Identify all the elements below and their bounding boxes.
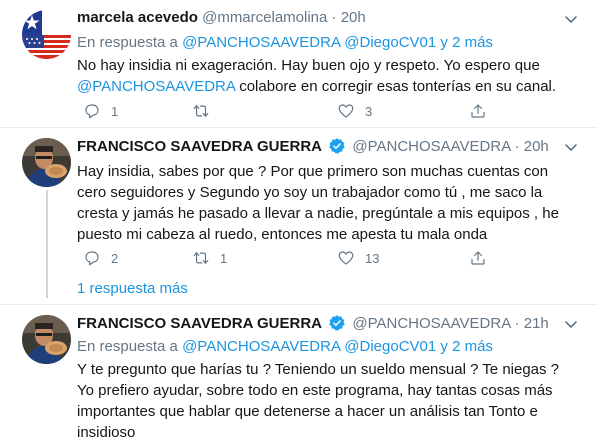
mention-link[interactable]: @PANCHOSAAVEDRA	[77, 78, 235, 95]
reply-prefix: En respuesta a	[77, 34, 178, 51]
more-replies-link[interactable]: 1 respuesta más	[77, 280, 188, 297]
separator-dot: ·	[514, 315, 520, 332]
tweet-header: marcela acevedo @mmarcelamolina · 20h	[77, 9, 577, 29]
tweet-text: Y te pregunto que harías tu ? Teniendo u…	[77, 361, 560, 441]
display-name[interactable]: FRANCISCO SAAVEDRA GUERRA	[77, 138, 322, 155]
tweet[interactable]: FRANCISCO SAAVEDRA GUERRA @PANCHOSAAVEDR…	[0, 128, 597, 298]
reply-context: En respuesta a @PANCHOSAAVEDRA @DiegoCV0…	[77, 338, 493, 355]
retweet-button[interactable]	[192, 101, 220, 121]
reply-count: 1	[111, 103, 119, 119]
profile-photo-avatar	[22, 315, 71, 364]
thread-line	[46, 274, 48, 280]
reply-icon	[85, 251, 99, 266]
profile-photo-avatar	[22, 138, 71, 187]
reply-button[interactable]: 2	[83, 248, 118, 268]
timestamp[interactable]: 21h	[524, 315, 549, 332]
retweet-count: 1	[220, 250, 228, 266]
heart-icon	[338, 104, 354, 118]
reply-mentions[interactable]: @PANCHOSAAVEDRA @DiegoCV01	[182, 34, 436, 51]
tweet-text-part: No hay insidia ni exageración. Hay buen …	[77, 57, 540, 74]
avatar[interactable]	[22, 138, 71, 187]
share-button[interactable]	[469, 101, 487, 121]
share-icon	[471, 104, 485, 118]
chevron-down-icon[interactable]	[563, 11, 579, 27]
reply-more-link[interactable]: y 2 más	[440, 34, 493, 51]
like-count: 13	[365, 250, 380, 266]
timestamp[interactable]: 20h	[341, 9, 366, 26]
like-count: 3	[365, 103, 373, 119]
user-handle[interactable]: @PANCHOSAAVEDRA	[352, 315, 510, 332]
user-handle[interactable]: @mmarcelamolina	[202, 9, 327, 26]
tweet[interactable]: marcela acevedo @mmarcelamolina · 20h En…	[0, 0, 597, 128]
chevron-down-icon[interactable]	[563, 316, 579, 332]
retweet-button[interactable]: 1	[192, 248, 227, 268]
like-button[interactable]: 3	[337, 101, 372, 121]
display-name[interactable]: marcela acevedo	[77, 9, 198, 26]
verified-badge-icon	[329, 138, 345, 154]
reply-icon	[85, 104, 99, 119]
tweet-actions: 2 1 13	[77, 248, 497, 270]
tweet-text: Hay insidia, sabes por que ? Por que pri…	[77, 163, 559, 243]
retweet-icon	[193, 105, 209, 117]
chile-us-flag-avatar	[22, 10, 71, 59]
retweet-icon	[193, 252, 209, 264]
reply-button[interactable]: 1	[83, 101, 118, 121]
separator-dot: ·	[331, 9, 337, 26]
reply-count: 2	[111, 250, 119, 266]
tweet-text: No hay insidia ni exageración. Hay buen …	[77, 55, 577, 97]
tweet-text-part: colabore en corregir esas tonterías en s…	[235, 78, 557, 95]
tweet-header: FRANCISCO SAAVEDRA GUERRA @PANCHOSAAVEDR…	[77, 314, 577, 334]
reply-mentions[interactable]: @PANCHOSAAVEDRA @DiegoCV01	[182, 338, 436, 355]
separator-dot: ·	[514, 138, 520, 155]
reply-context: En respuesta a @PANCHOSAAVEDRA @DiegoCV0…	[77, 34, 493, 51]
heart-icon	[338, 251, 354, 265]
share-button[interactable]	[469, 248, 487, 268]
tweet[interactable]: FRANCISCO SAAVEDRA GUERRA @PANCHOSAAVEDR…	[0, 305, 597, 441]
share-icon	[471, 251, 485, 265]
display-name[interactable]: FRANCISCO SAAVEDRA GUERRA	[77, 315, 322, 332]
tweet-header: FRANCISCO SAAVEDRA GUERRA @PANCHOSAAVEDR…	[77, 137, 577, 157]
more-replies-row[interactable]: 1 respuesta más	[0, 274, 597, 304]
verified-badge-icon	[329, 315, 345, 331]
avatar[interactable]	[22, 10, 71, 59]
reply-prefix: En respuesta a	[77, 338, 178, 355]
chevron-down-icon[interactable]	[563, 139, 579, 155]
avatar[interactable]	[22, 315, 71, 364]
like-button[interactable]: 13	[337, 248, 379, 268]
user-handle[interactable]: @PANCHOSAAVEDRA	[352, 138, 510, 155]
timestamp[interactable]: 20h	[524, 138, 549, 155]
tweet-actions: 1 3	[77, 101, 497, 123]
reply-more-link[interactable]: y 2 más	[440, 338, 493, 355]
